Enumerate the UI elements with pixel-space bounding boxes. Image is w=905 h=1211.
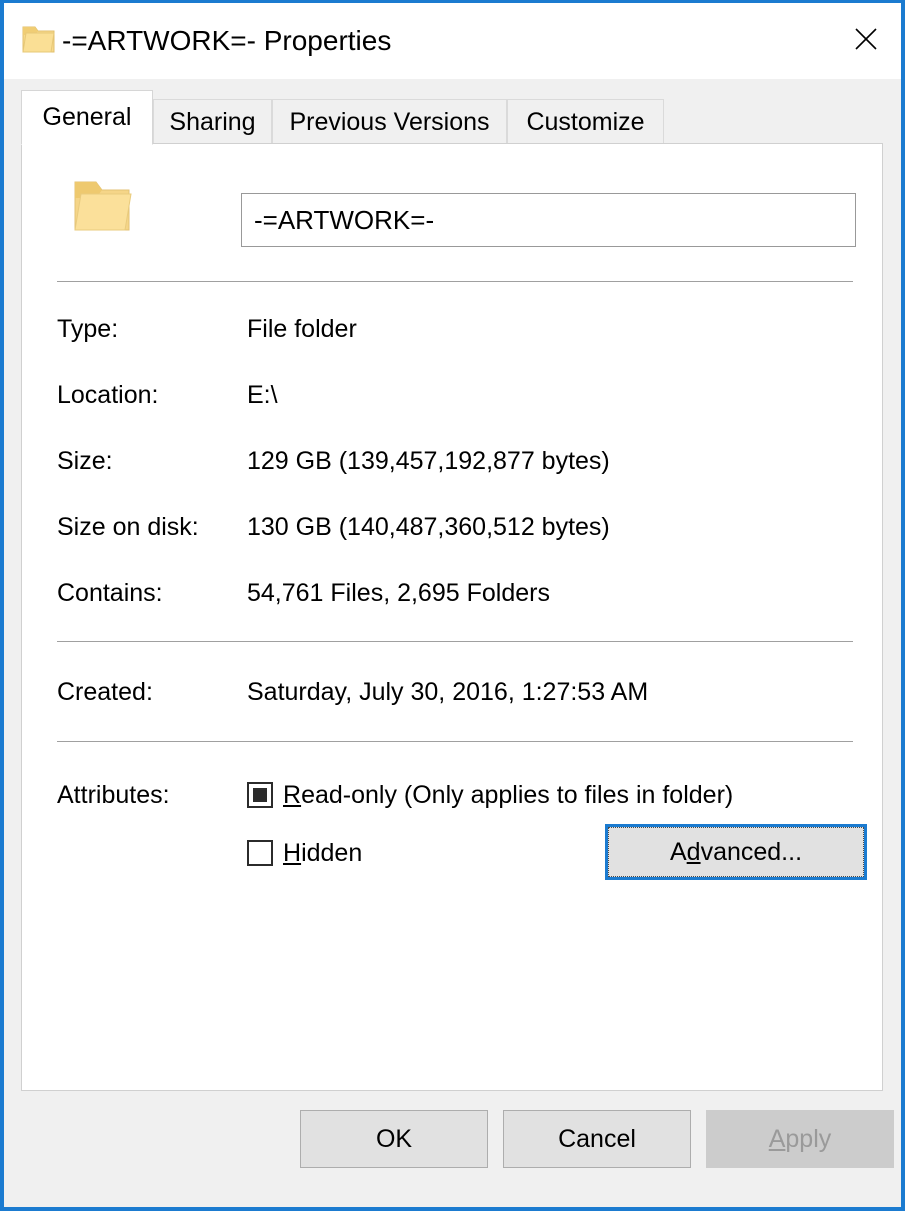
row-contains: Contains: 54,761 Files, 2,695 Folders [22,576,882,610]
location-label: Location: [57,381,159,409]
apply-button-label: Apply [769,1125,832,1154]
close-button[interactable] [831,3,901,75]
advanced-pre: A [669,837,687,866]
contains-label: Contains: [57,579,163,607]
separator-top [57,281,853,282]
advanced-post: vanced... [700,837,803,866]
readonly-checkbox-row[interactable]: Read-only (Only applies to files in fold… [247,778,733,812]
type-label: Type: [57,315,119,343]
tab-sharing-label: Sharing [169,108,256,136]
separator-bottom [57,741,853,742]
title-bar: -=ARTWORK=- Properties [4,3,901,79]
row-size-on-disk: Size on disk: 130 GB (140,487,360,512 by… [22,510,882,544]
hidden-label: Hidden [283,836,362,870]
readonly-checkbox[interactable] [247,782,273,808]
advanced-button[interactable]: Ad vanced... [605,824,867,880]
contains-value: 54,761 Files, 2,695 Folders [247,579,550,607]
readonly-text: ead-only (Only applies to files in folde… [301,781,734,809]
general-tab-panel: -=ARTWORK=- Type: File folder Location: … [21,143,883,1091]
properties-dialog: -=ARTWORK=- Properties General Sharing P… [0,0,905,1211]
folder-icon [20,23,58,57]
size-label: Size: [57,447,113,475]
folder-name-input[interactable]: -=ARTWORK=- [241,193,856,247]
tab-general-label: General [42,103,132,131]
cancel-button-label: Cancel [558,1124,636,1153]
hidden-mnemonic: H [283,839,302,867]
hidden-checkbox-row[interactable]: Hidden [247,836,362,870]
size-on-disk-label: Size on disk: [57,513,199,541]
row-size: Size: 129 GB (139,457,192,877 bytes) [22,444,882,478]
tab-sharing[interactable]: Sharing [153,99,272,145]
type-value: File folder [247,315,357,343]
apply-mnemonic: A [768,1124,786,1153]
separator-middle [57,641,853,642]
row-created: Created: Saturday, July 30, 2016, 1:27:5… [22,675,882,709]
window-title: -=ARTWORK=- Properties [62,25,392,56]
hidden-checkbox[interactable] [247,840,273,866]
apply-button: Apply [706,1110,894,1168]
dialog-footer: OK Cancel Apply [4,1091,901,1207]
readonly-label: Read-only (Only applies to files in fold… [283,778,733,812]
tab-customize[interactable]: Customize [507,99,664,145]
advanced-button-label: Ad vanced... [608,827,864,877]
tab-strip: General Sharing Previous Versions Custom… [4,79,901,145]
attributes-label: Attributes: [57,781,170,809]
tab-general[interactable]: General [21,90,153,145]
ok-button[interactable]: OK [300,1110,488,1168]
folder-icon [69,174,135,240]
cancel-button[interactable]: Cancel [503,1110,691,1168]
location-value: E:\ [247,381,278,409]
size-value: 129 GB (139,457,192,877 bytes) [247,447,610,475]
tab-previous-versions[interactable]: Previous Versions [272,99,507,145]
row-type: Type: File folder [22,312,882,346]
size-on-disk-value: 130 GB (140,487,360,512 bytes) [247,513,610,541]
created-value: Saturday, July 30, 2016, 1:27:53 AM [247,678,649,706]
created-label: Created: [57,678,153,706]
tab-customize-label: Customize [526,108,645,136]
apply-text: pply [785,1124,832,1153]
tab-previous-versions-label: Previous Versions [289,108,490,136]
hidden-text: idden [301,839,363,867]
readonly-mnemonic: R [283,781,302,809]
ok-button-label: OK [375,1124,413,1153]
advanced-mnemonic: d [686,837,701,866]
row-location: Location: E:\ [22,378,882,412]
